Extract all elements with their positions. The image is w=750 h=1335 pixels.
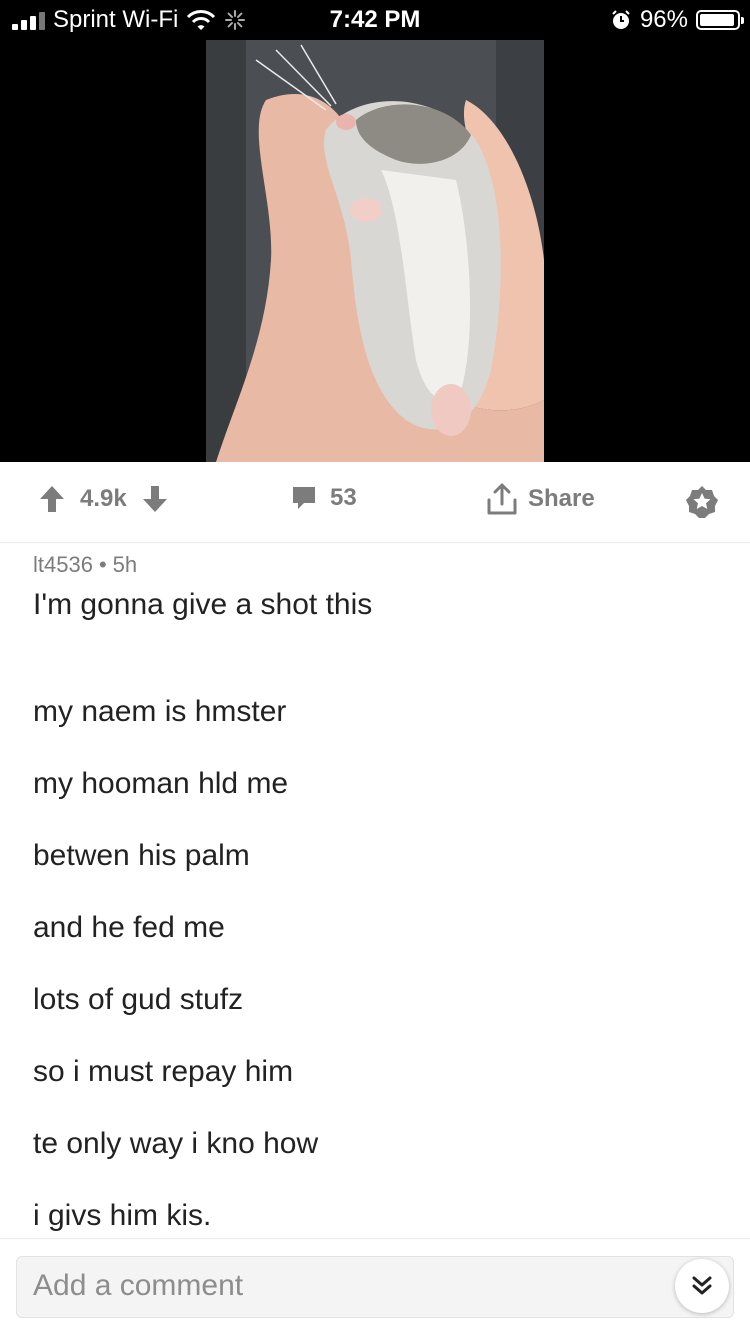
comment-bar: Add a comment <box>0 1238 750 1335</box>
share-button[interactable]: Share <box>486 482 595 516</box>
vote-controls: 4.9k <box>38 484 169 514</box>
post-age: 5h <box>112 552 138 577</box>
post-body-line: lots of gud stufz <box>33 983 244 1016</box>
hamster-photo[interactable] <box>206 40 544 462</box>
scroll-down-button[interactable] <box>675 1259 729 1313</box>
meta-separator: • <box>98 552 107 577</box>
post-media[interactable] <box>0 40 750 462</box>
share-label: Share <box>528 485 595 512</box>
post-action-bar: 4.9k 53 Share <box>0 462 750 543</box>
comment-count: 53 <box>330 484 357 511</box>
comments-button[interactable]: 53 <box>290 484 357 512</box>
post-body-line: te only way i kno how <box>33 1127 319 1160</box>
comment-bubble-icon <box>293 487 315 509</box>
hamster-illustration <box>206 40 544 462</box>
vote-score: 4.9k <box>80 485 127 512</box>
post-title: I'm gonna give a shot this <box>33 588 373 621</box>
star-badge-icon <box>686 486 718 518</box>
downvote-arrow-icon[interactable] <box>141 484 169 514</box>
comment-placeholder: Add a comment <box>33 1269 244 1302</box>
post-meta: lt4536 • 5h <box>33 552 137 578</box>
status-right: 96% <box>610 6 744 34</box>
status-bar: Sprint Wi-Fi 7:42 PM 96% <box>0 0 750 40</box>
post-author[interactable]: lt4536 <box>33 552 93 577</box>
comment-input[interactable]: Add a comment <box>16 1256 734 1318</box>
post-body-line: betwen his palm <box>33 839 250 872</box>
alarm-clock-icon <box>612 10 630 29</box>
battery-percent: 96% <box>639 6 688 33</box>
post-body: my naem is hmster my hooman hld me betwe… <box>33 694 318 1270</box>
post-body-line: and he fed me <box>33 911 225 944</box>
battery-icon <box>696 10 744 30</box>
post-body-line: so i must repay him <box>33 1055 294 1088</box>
upvote-arrow-icon[interactable] <box>38 484 66 514</box>
post-body-line: my hooman hld me <box>33 767 289 800</box>
post-body-line: my naem is hmster <box>33 695 287 728</box>
double-chevron-down-icon <box>692 1276 712 1295</box>
save-button[interactable] <box>684 484 720 525</box>
share-upload-icon <box>487 483 517 515</box>
